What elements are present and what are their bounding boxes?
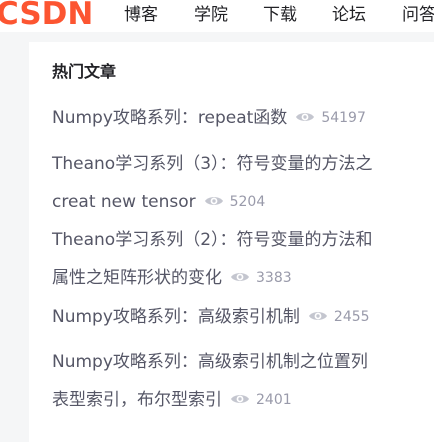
eye-icon — [204, 197, 223, 205]
csdn-logo[interactable]: CSDN — [0, 0, 93, 31]
article-item-2[interactable]: Theano学习系列（3）：符号变量的方法之 creat new tensor 5… — [52, 145, 434, 221]
view-count-value: 3383 — [256, 270, 292, 286]
nav-item-blog[interactable]: 博客 — [124, 3, 158, 27]
article-title-line[interactable]: Numpy攻略系列：repeat函数 — [52, 108, 287, 128]
view-count-value: 2401 — [256, 392, 292, 408]
view-count: 54197 — [295, 99, 366, 137]
view-count: 3383 — [230, 259, 292, 297]
article-title-line[interactable]: 属性之矩阵形状的变化 — [52, 268, 222, 288]
article-item-5[interactable]: Numpy攻略系列：高级索引机制之位置列 表型索引，布尔型索引 2401 — [52, 343, 434, 419]
article-title-line[interactable]: 表型索引，布尔型索引 — [52, 390, 222, 410]
view-count: 2401 — [230, 381, 292, 419]
article-title-line[interactable]: Numpy攻略系列：高级索引机制之位置列 — [52, 343, 434, 381]
view-count-value: 5204 — [229, 194, 266, 210]
article-item-4[interactable]: Numpy攻略系列：高级索引机制 2455 — [52, 298, 434, 336]
view-count: 2455 — [308, 298, 370, 336]
article-item-1[interactable]: Numpy攻略系列：repeat函数 54197 — [52, 99, 434, 137]
eye-icon — [296, 113, 315, 121]
eye-icon — [308, 312, 327, 320]
eye-icon — [231, 273, 249, 281]
view-count-value: 2455 — [333, 309, 370, 325]
article-item-3[interactable]: Theano学习系列（2）：符号变量的方法和 属性之矩阵形状的变化 3383 — [52, 221, 434, 297]
view-count-value: 54197 — [321, 110, 366, 126]
hot-articles-panel: 热门文章 Numpy攻略系列：repeat函数 54197 Theano学习系列（… — [29, 42, 434, 442]
eye-icon — [231, 395, 249, 403]
panel-title: 热门文章 — [52, 62, 117, 81]
top-navigation-bar: CSDN 博客 学院 下载 论坛 问答 — [0, 0, 434, 32]
article-title-line[interactable]: creat new tensor — [52, 192, 196, 212]
nav-item-qa[interactable]: 问答 — [402, 3, 434, 27]
nav-item-academy[interactable]: 学院 — [194, 3, 228, 27]
article-title-line[interactable]: Theano学习系列（3）：符号变量的方法之 — [52, 145, 434, 183]
article-title-line[interactable]: Numpy攻略系列：高级索引机制 — [52, 307, 300, 327]
article-title-line[interactable]: Theano学习系列（2）：符号变量的方法和 — [52, 221, 434, 259]
nav-item-download[interactable]: 下载 — [263, 3, 297, 27]
view-count: 5204 — [204, 183, 266, 221]
nav-item-forum[interactable]: 论坛 — [332, 3, 366, 27]
